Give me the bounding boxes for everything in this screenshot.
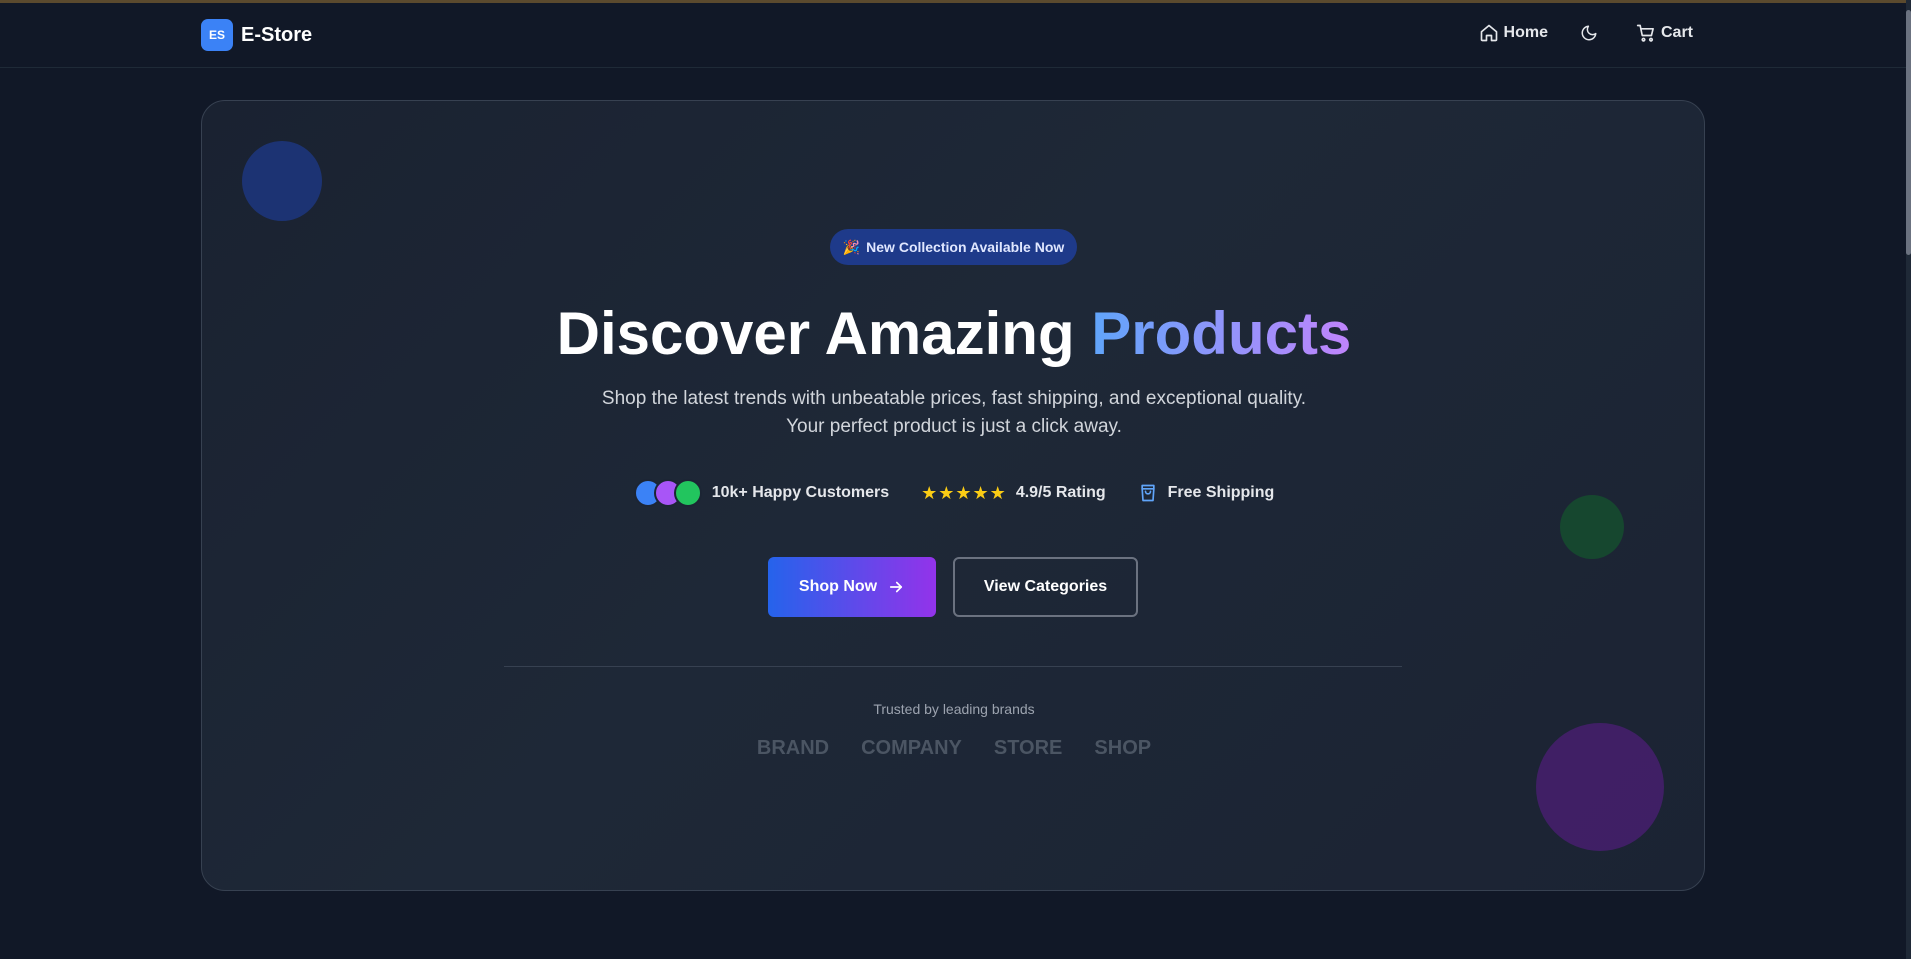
theme-toggle-button[interactable] — [1580, 23, 1600, 43]
subtext-line-2: Your perfect product is just a click awa… — [786, 416, 1122, 437]
rating-stars: ★ ★ ★ ★ ★ — [921, 483, 1006, 504]
avatar — [673, 479, 702, 507]
badge-text: New Collection Available Now — [866, 239, 1065, 255]
star-icon: ★ — [938, 482, 955, 503]
hero-divider — [504, 666, 1402, 667]
moon-icon — [1581, 25, 1597, 41]
party-popper-icon: 🎉 — [842, 238, 861, 255]
shop-now-button[interactable]: Shop Now — [768, 557, 936, 617]
logo-text: E-Store — [241, 23, 313, 46]
nav-cart-link[interactable]: Cart — [1636, 23, 1693, 43]
customers-text: 10k+ Happy Customers — [711, 484, 890, 501]
nav-home-link[interactable]: Home — [1479, 23, 1548, 43]
star-icon: ★ — [955, 482, 972, 503]
cart-icon — [1636, 24, 1654, 42]
decorative-blue-circle — [242, 141, 322, 221]
rating-text: 4.9/5 Rating — [1015, 484, 1106, 501]
view-categories-button[interactable]: View Categories — [953, 557, 1138, 617]
hero-subtext: Shop the latest trends with unbeatable p… — [202, 385, 1704, 441]
shop-now-label: Shop Now — [798, 578, 878, 595]
home-icon — [1480, 24, 1497, 42]
shipping-text: Free Shipping — [1167, 484, 1275, 501]
brand-logo: STORE — [993, 737, 1063, 759]
view-categories-label: View Categories — [983, 578, 1108, 595]
brand-logo: COMPANY — [861, 737, 962, 759]
headline-main: Discover Amazing — [556, 300, 1092, 367]
star-icon: ★ — [972, 482, 989, 503]
nav-actions: Home Cart — [1479, 23, 1693, 43]
rating-stat: ★ ★ ★ ★ ★ 4.9/5 Rating — [921, 483, 1106, 504]
star-icon: ★ — [921, 482, 938, 503]
nav-home-label: Home — [1503, 24, 1548, 41]
nav-cart-label: Cart — [1660, 24, 1693, 41]
hero-stats: 10k+ Happy Customers ★ ★ ★ ★ ★ 4.9/5 Rat… — [202, 479, 1704, 507]
arrow-right-icon — [890, 581, 903, 593]
logo[interactable]: ES E-Store — [201, 19, 312, 51]
subtext-line-1: Shop the latest trends with unbeatable p… — [601, 388, 1307, 409]
brand-logo: BRAND — [756, 737, 830, 759]
hero-section: 🎉 New Collection Available Now Discover … — [201, 100, 1705, 891]
customer-avatars — [633, 479, 702, 507]
brand-logo: SHOP — [1094, 737, 1152, 759]
new-collection-badge: 🎉 New Collection Available Now — [830, 229, 1077, 265]
headline-accent: Products — [1091, 300, 1352, 367]
scrollbar-thumb[interactable] — [1906, 10, 1911, 255]
navbar: ES E-Store Home Cart — [0, 3, 1906, 68]
page-scrollbar[interactable] — [1906, 0, 1911, 959]
hero-headline: Discover Amazing Products — [202, 299, 1704, 368]
brand-list: BRAND COMPANY STORE SHOP — [202, 737, 1704, 760]
logo-badge: ES — [201, 19, 233, 51]
star-icon: ★ — [989, 482, 1006, 503]
trusted-by-text: Trusted by leading brands — [873, 701, 1035, 717]
shipping-stat: Free Shipping — [1138, 483, 1275, 503]
shopping-bag-icon — [1140, 484, 1155, 502]
customers-stat: 10k+ Happy Customers — [633, 479, 890, 507]
